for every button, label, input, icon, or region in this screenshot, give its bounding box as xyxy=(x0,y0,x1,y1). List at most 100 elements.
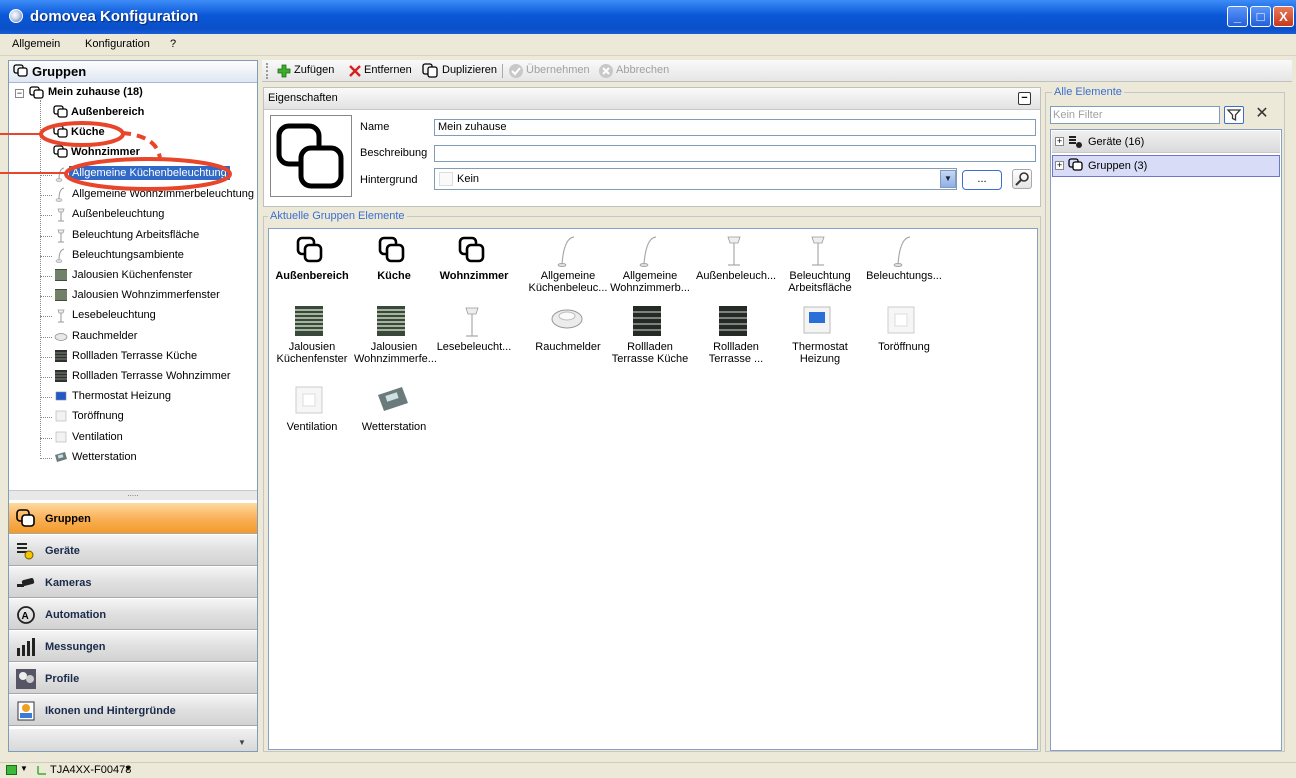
background-select[interactable]: Kein xyxy=(434,168,957,190)
nav-icons-backgrounds[interactable]: Ikonen und Hintergründe xyxy=(9,694,257,726)
all-elements-row-devices[interactable] xyxy=(1052,131,1280,153)
group-element-tile[interactable]: Jalousien Wohnzimmerfe... xyxy=(352,303,437,373)
group-element-tile[interactable]: Wetterstation xyxy=(352,383,436,453)
group-element-tile[interactable]: Toröffnung xyxy=(862,303,946,373)
description-field[interactable] xyxy=(434,145,1036,162)
filter-input[interactable]: Kein Filter xyxy=(1050,106,1220,124)
group-image-preview[interactable] xyxy=(270,115,352,197)
nav-devices[interactable]: Geräte xyxy=(9,534,257,566)
group-element-tile[interactable]: Allgemeine Küchenbeleuc... xyxy=(526,232,610,302)
menu-konfiguration[interactable]: Konfiguration xyxy=(85,38,150,50)
group-icon xyxy=(456,234,488,269)
duplicate-icon xyxy=(422,63,438,78)
toolbar-separator xyxy=(502,64,503,78)
weather-station-icon xyxy=(54,450,68,467)
minimize-button[interactable]: _ xyxy=(1227,6,1248,27)
tree-item-label: Rollladen Terrasse Wohnzimmer xyxy=(72,370,231,382)
group-element-tile[interactable]: Jalousien Küchenfenster xyxy=(270,303,354,373)
close-button[interactable]: X xyxy=(1273,6,1294,27)
nav-label: Kameras xyxy=(45,577,92,589)
group-element-tile[interactable]: Außenbereich xyxy=(270,232,354,302)
group-element-tile[interactable]: Lesebeleucht... xyxy=(432,303,516,373)
nav-groups[interactable]: Gruppen xyxy=(9,502,257,534)
group-element-tile[interactable]: Allgemeine Wohnzimmerb... xyxy=(608,232,692,302)
chevron-down-icon[interactable]: ▼ xyxy=(940,170,956,188)
tree-item-label: Rauchmelder xyxy=(72,329,138,342)
group-element-tile[interactable]: Beleuchtungs... xyxy=(862,232,946,302)
tree-item[interactable]: Rauchmelder xyxy=(40,328,254,346)
floor-lamp-icon xyxy=(54,228,68,247)
group-element-label: Beleuchtung Arbeitsfläche xyxy=(788,270,852,294)
nav-cameras[interactable]: Kameras xyxy=(9,566,257,598)
tree-item[interactable]: Lesebeleuchtung xyxy=(40,307,254,325)
group-element-label: Toröffnung xyxy=(878,341,930,353)
all-elements-list xyxy=(1050,129,1282,751)
maximize-button[interactable]: □ xyxy=(1250,6,1271,27)
tree-item[interactable]: Thermostat Heizung xyxy=(40,388,254,406)
chevron-down-icon[interactable]: ▼ xyxy=(124,764,132,773)
nav-profiles[interactable]: Profile xyxy=(9,662,257,694)
apply-icon xyxy=(509,64,523,78)
group-element-tile[interactable]: Wohnzimmer xyxy=(432,232,516,302)
tree-item[interactable]: Ventilation xyxy=(40,429,254,447)
apply-button[interactable]: Übernehmen xyxy=(526,64,590,76)
clear-filter-button[interactable]: ✕ xyxy=(1252,106,1272,124)
tree-item[interactable]: Jalousien Küchenfenster xyxy=(40,267,254,285)
floor-lamp-icon xyxy=(718,234,750,273)
collapse-toggle[interactable]: − xyxy=(15,89,24,98)
icons-backgrounds-icon xyxy=(17,701,35,721)
tree-item-label: Ventilation xyxy=(72,430,123,443)
profiles-icon xyxy=(16,669,36,689)
add-button[interactable]: Zufügen xyxy=(294,64,334,76)
remove-button[interactable]: Entfernen xyxy=(364,64,412,76)
collapse-button[interactable]: − xyxy=(1018,92,1031,105)
group-element-tile[interactable]: Rollladen Terrasse ... xyxy=(694,303,778,373)
group-element-tile[interactable]: Rauchmelder xyxy=(526,303,610,373)
group-element-tile[interactable]: Thermostat Heizung xyxy=(778,303,862,373)
group-element-tile[interactable]: Beleuchtung Arbeitsfläche xyxy=(778,232,862,302)
group-element-tile[interactable]: Küche xyxy=(352,232,436,302)
group-element-label: Jalousien Küchenfenster xyxy=(276,341,348,365)
tree-guide-line xyxy=(40,437,52,439)
chevron-down-icon[interactable]: ▼ xyxy=(238,738,246,747)
groups-panel-title: Gruppen xyxy=(32,64,87,79)
tree-item[interactable]: Wetterstation xyxy=(40,449,254,467)
cancel-button[interactable]: Abbrechen xyxy=(616,64,669,76)
tree-item[interactable]: Toröffnung xyxy=(40,408,254,426)
menu-allgemein[interactable]: Allgemein xyxy=(12,38,60,50)
group-element-tile[interactable]: Ventilation xyxy=(270,383,354,453)
panel-splitter[interactable]: ..... xyxy=(9,490,257,500)
group-element-label: Lesebeleucht... xyxy=(436,341,512,353)
tree-item[interactable]: Beleuchtung Arbeitsfläche xyxy=(40,227,254,245)
tree-root[interactable]: Mein zuhause (18) xyxy=(48,86,143,98)
connection-label[interactable]: TJA4XX-F00478 xyxy=(50,764,131,776)
nav-automation[interactable]: A Automation xyxy=(9,598,257,630)
all-elements-label: Gruppen (3) xyxy=(1088,160,1148,172)
thermostat-icon xyxy=(54,389,68,406)
smoke-detector-icon xyxy=(54,329,68,346)
group-element-tile[interactable]: Rollladen Terrasse Küche xyxy=(608,303,692,373)
cancel-icon xyxy=(599,64,613,78)
group-element-label: Außenbereich xyxy=(275,270,349,282)
status-icon[interactable] xyxy=(6,765,17,775)
tree-item[interactable]: Rollladen Terrasse Küche xyxy=(40,348,254,366)
duplicate-button[interactable]: Duplizieren xyxy=(442,64,497,76)
menu-help[interactable]: ? xyxy=(170,38,176,50)
tree-item[interactable]: Jalousien Wohnzimmerfenster xyxy=(40,287,254,305)
zoom-button[interactable] xyxy=(1012,169,1032,189)
chevron-down-icon[interactable]: ▼ xyxy=(20,764,28,773)
nav-measurements[interactable]: Messungen xyxy=(9,630,257,662)
expand-toggle[interactable]: + xyxy=(1055,137,1064,146)
all-elements-row-groups[interactable] xyxy=(1052,155,1280,177)
expand-toggle[interactable]: + xyxy=(1055,161,1064,170)
name-field[interactable]: Mein zuhause xyxy=(434,119,1036,136)
filter-button[interactable] xyxy=(1224,106,1244,124)
group-element-tile[interactable]: Außenbeleuch... xyxy=(694,232,778,302)
app-icon xyxy=(9,9,23,23)
tree-item[interactable]: Beleuchtungsambiente xyxy=(40,247,254,265)
tree-item[interactable]: Rollladen Terrasse Wohnzimmer xyxy=(40,368,254,386)
browse-button[interactable]: ... xyxy=(962,170,1002,190)
nav-label: Ikonen und Hintergründe xyxy=(45,705,176,717)
properties-header xyxy=(264,88,1040,110)
tree-item[interactable]: Außenbeleuchtung xyxy=(40,206,254,224)
